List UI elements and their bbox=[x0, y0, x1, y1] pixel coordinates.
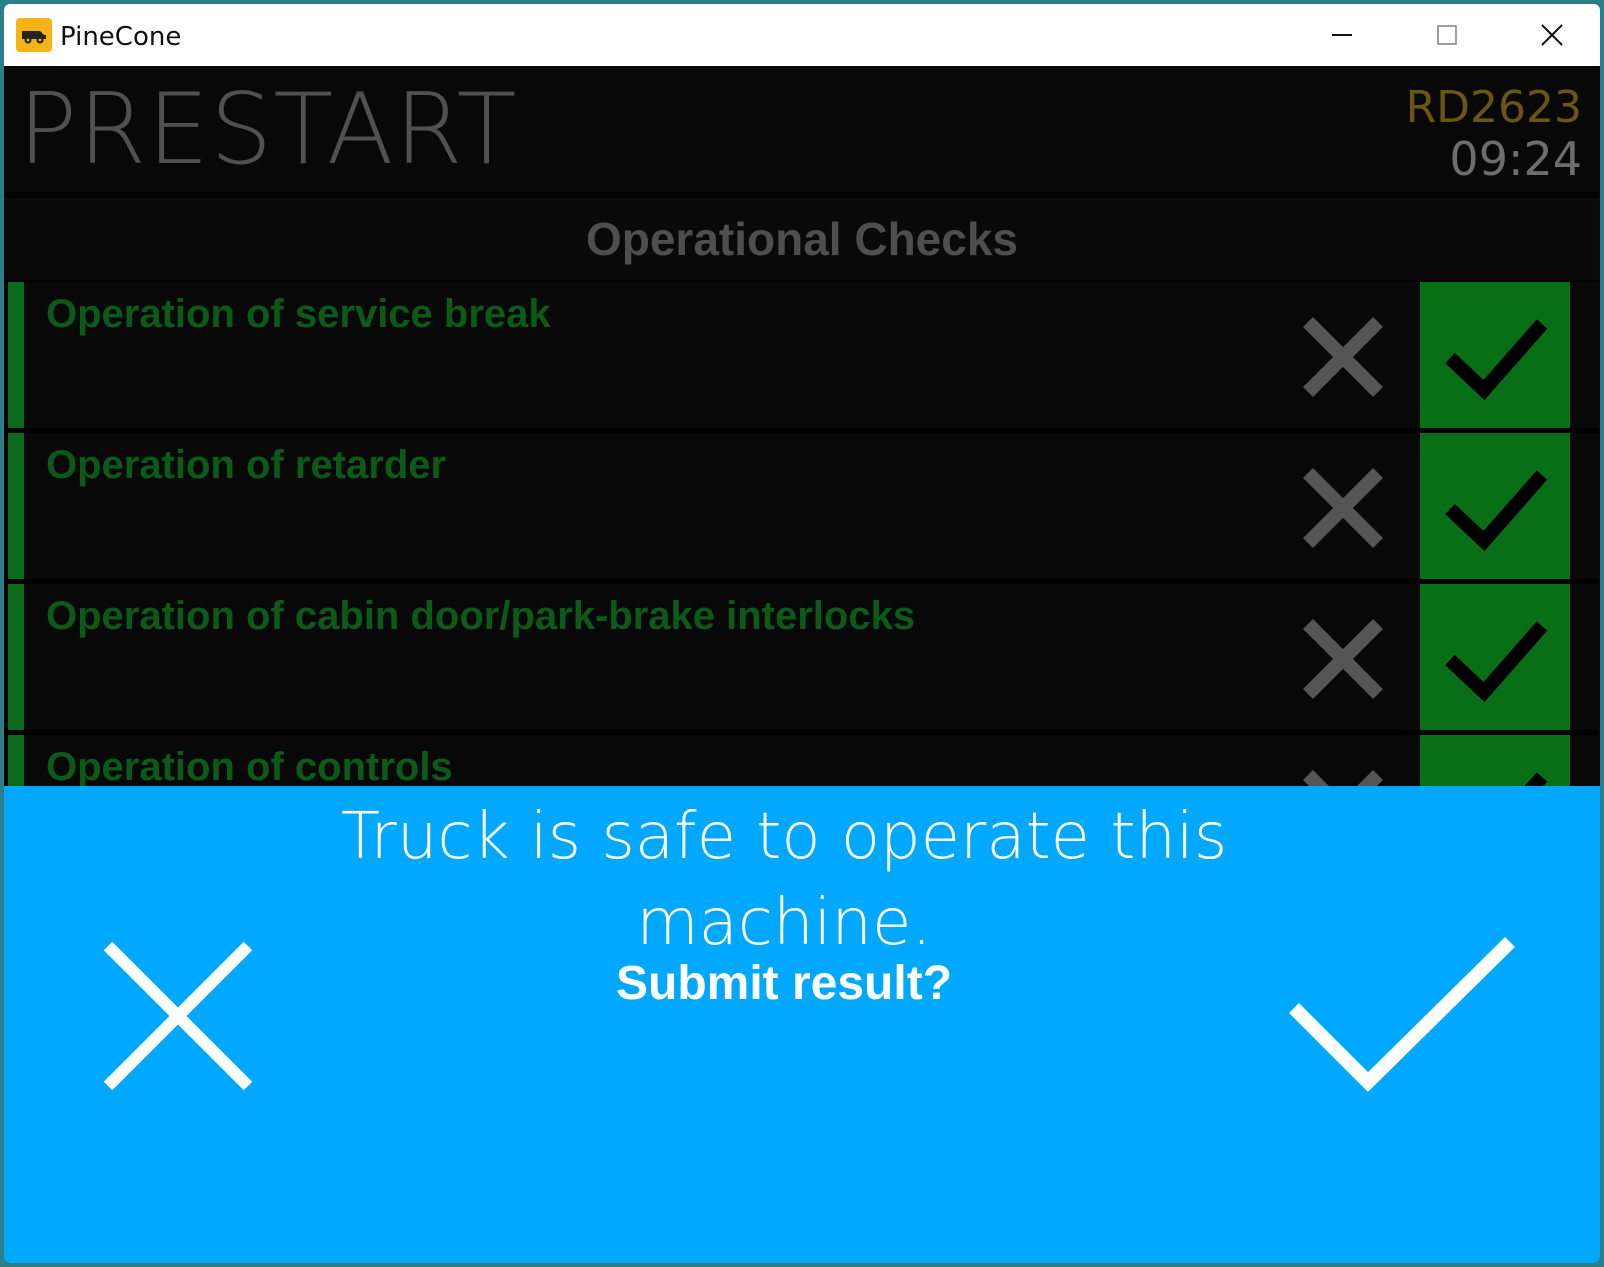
fail-button[interactable] bbox=[1298, 463, 1388, 553]
section-title: Operational Checks bbox=[585, 213, 1019, 265]
check-row: Operation of cabin door/park-brake inter… bbox=[8, 584, 1600, 730]
pass-button[interactable] bbox=[1420, 433, 1570, 579]
check-label: Operation of retarder bbox=[46, 443, 447, 487]
check-row: Operation of retarder bbox=[8, 433, 1600, 579]
cross-icon bbox=[1303, 468, 1383, 548]
clock: 09:24 bbox=[1449, 132, 1582, 186]
cancel-button[interactable] bbox=[98, 936, 258, 1096]
minimize-icon bbox=[1332, 34, 1352, 36]
check-icon bbox=[1445, 319, 1548, 400]
window-title: PineCone bbox=[60, 22, 182, 52]
pass-button[interactable] bbox=[1420, 584, 1570, 730]
app-window: PineCone PRESTART RD2623 09:24 Operation… bbox=[4, 4, 1600, 1263]
row-status-bar bbox=[8, 433, 24, 579]
check-label: Operation of cabin door/park-brake inter… bbox=[46, 594, 916, 638]
check-icon bbox=[1289, 937, 1515, 1092]
section-header: Operational Checks bbox=[4, 198, 1600, 280]
check-icon bbox=[1445, 470, 1548, 551]
title-bar: PineCone bbox=[4, 4, 1600, 66]
maximize-button[interactable] bbox=[1412, 4, 1482, 66]
cross-icon bbox=[103, 941, 253, 1091]
check-icon bbox=[1445, 621, 1548, 702]
confirm-button[interactable] bbox=[1282, 936, 1522, 1096]
cross-icon bbox=[1303, 317, 1383, 397]
close-button[interactable] bbox=[1517, 4, 1587, 66]
truck-icon bbox=[16, 18, 52, 52]
maximize-icon bbox=[1437, 25, 1457, 45]
cross-icon bbox=[1303, 619, 1383, 699]
app-header: PRESTART RD2623 09:24 bbox=[4, 66, 1600, 192]
check-label: Operation of controls bbox=[46, 745, 453, 789]
fail-button[interactable] bbox=[1298, 614, 1388, 704]
fail-button[interactable] bbox=[1298, 312, 1388, 402]
close-icon bbox=[1541, 24, 1563, 46]
truck-id: RD2623 bbox=[1405, 82, 1582, 133]
dialog-message: Truck is safe to operate this machine. bbox=[340, 800, 1228, 960]
minimize-button[interactable] bbox=[1307, 4, 1377, 66]
dialog-question: Submit result? bbox=[615, 957, 953, 1010]
row-status-bar bbox=[8, 584, 24, 730]
submit-dialog: Truck is safe to operate this machine. S… bbox=[4, 786, 1600, 1263]
check-label: Operation of service break bbox=[46, 292, 551, 336]
page-title: PRESTART bbox=[18, 73, 518, 187]
pass-button[interactable] bbox=[1420, 282, 1570, 428]
check-row: Operation of service break bbox=[8, 282, 1600, 428]
row-status-bar bbox=[8, 282, 24, 428]
